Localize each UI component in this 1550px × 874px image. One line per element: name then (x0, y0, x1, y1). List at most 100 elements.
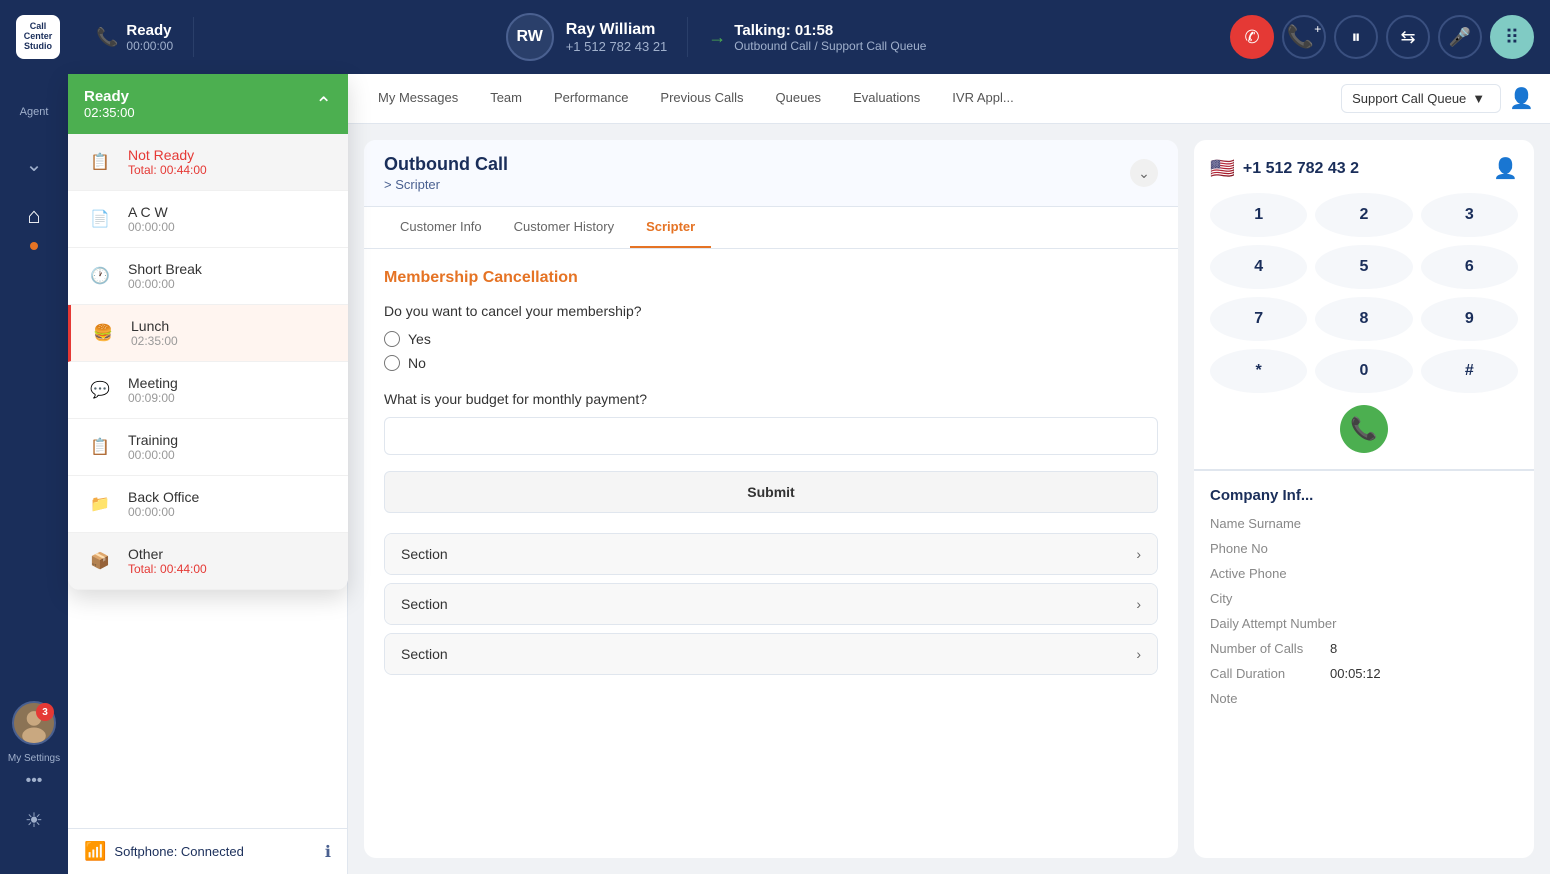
accordion-header-2[interactable]: Section › (385, 584, 1157, 624)
accordion-item-3: Section › (384, 633, 1158, 675)
dial-call-button[interactable]: 📞 (1340, 405, 1388, 453)
dial-key-3[interactable]: 3 (1421, 193, 1518, 237)
end-call-button[interactable]: ✆ (1230, 15, 1274, 59)
sidebar-item-home[interactable]: ⌂ (12, 194, 56, 238)
queue-select: Support Call Queue ▼ 👤 (1341, 84, 1534, 113)
talking-arrow-icon: → (708, 27, 726, 48)
tab-my-messages[interactable]: My Messages (364, 74, 472, 124)
dial-key-8[interactable]: 8 (1315, 297, 1412, 341)
contacts-icon[interactable]: 👤 (1493, 156, 1518, 181)
info-label-num-calls: Number of Calls (1210, 641, 1330, 656)
budget-input[interactable] (384, 417, 1158, 455)
radio-yes-input[interactable] (384, 331, 400, 347)
accordion-arrow-1: › (1136, 546, 1141, 562)
dial-key-0[interactable]: 0 (1315, 349, 1412, 393)
contacts-nav-icon[interactable]: 👤 (1509, 86, 1534, 111)
status-item-training[interactable]: 📋 Training 00:00:00 (68, 419, 348, 476)
settings-dots: ••• (26, 772, 43, 790)
dialpad-section: 🇺🇸 👤 1 2 3 4 5 6 7 8 9 * (1194, 140, 1534, 470)
back-office-icon: 📁 (84, 488, 116, 520)
short-break-icon: 🕐 (84, 260, 116, 292)
tab-scripter[interactable]: Scripter (630, 207, 711, 248)
sun-icon: ☀ (25, 808, 43, 833)
queue-dropdown[interactable]: Support Call Queue ▼ (1341, 84, 1501, 113)
transfer-button[interactable]: ⇆ (1386, 15, 1430, 59)
dropdown-chevron-icon: ⌃ (315, 92, 332, 117)
acw-info: A C W 00:00:00 (128, 204, 332, 234)
status-item-other[interactable]: 📦 Other Total: 00:44:00 (68, 533, 348, 590)
status-item-not-ready[interactable]: 📋 Not Ready Total: 00:44:00 (68, 134, 348, 191)
current-status-label: Ready (84, 88, 135, 105)
meeting-info: Meeting 00:09:00 (128, 375, 332, 405)
info-row-num-calls: Number of Calls 8 (1210, 641, 1518, 656)
talking-indicator: → (708, 27, 726, 48)
scripter-title: Membership Cancellation (384, 269, 1158, 287)
lunch-icon: 🍔 (87, 317, 119, 349)
agent-label: Agent (20, 106, 49, 118)
tab-customer-history[interactable]: Customer History (498, 207, 630, 248)
sidebar-item-user[interactable]: 3 (12, 701, 56, 745)
sidebar-item-arrow[interactable]: ⌄ (12, 142, 56, 186)
radio-no[interactable]: No (384, 355, 1158, 371)
dial-key-9[interactable]: 9 (1421, 297, 1518, 341)
status-item-short-break[interactable]: 🕐 Short Break 00:00:00 (68, 248, 348, 305)
dial-key-5[interactable]: 5 (1315, 245, 1412, 289)
tab-customer-info[interactable]: Customer Info (384, 207, 498, 248)
status-ready[interactable]: 📞 Ready 00:00:00 (96, 22, 173, 53)
info-label-name: Name Surname (1210, 516, 1330, 531)
main-layout: Agent ⌄ ⌂ 3 My Settings ••• (0, 74, 1550, 874)
status-item-lunch[interactable]: 🍔 Lunch 02:35:00 (68, 305, 348, 362)
info-row-daily-attempt: Daily Attempt Number (1210, 616, 1518, 631)
tab-performance[interactable]: Performance (540, 74, 642, 124)
collapse-button[interactable]: ⌄ (1130, 159, 1158, 187)
tab-queues[interactable]: Queues (762, 74, 836, 124)
header-actions: ✆ 📞+ ⏸ ⇆ 🎤 ⠿ (1230, 15, 1534, 59)
other-total: Total: 00:44:00 (128, 562, 332, 576)
not-ready-info: Not Ready Total: 00:44:00 (128, 147, 332, 177)
submit-button[interactable]: Submit (384, 471, 1158, 513)
accordion-header-3[interactable]: Section › (385, 634, 1157, 674)
sidebar-item-agent: Agent (12, 90, 56, 134)
tab-ivr[interactable]: IVR Appl... (938, 74, 1027, 124)
dial-key-star[interactable]: * (1210, 349, 1307, 393)
info-label-city: City (1210, 591, 1330, 606)
training-label: Training (128, 432, 332, 448)
status-item-meeting[interactable]: 💬 Meeting 00:09:00 (68, 362, 348, 419)
accordion-header-1[interactable]: Section › (385, 534, 1157, 574)
radio-yes[interactable]: Yes (384, 331, 1158, 347)
queue-label: Support Call Queue (1352, 91, 1466, 106)
icon-sidebar: Agent ⌄ ⌂ 3 My Settings ••• (0, 74, 68, 874)
radio-no-input[interactable] (384, 355, 400, 371)
sidebar-item-settings[interactable]: ☀ (12, 798, 56, 842)
tab-previous-calls[interactable]: Previous Calls (646, 74, 757, 124)
status-dropdown-header[interactable]: Ready 02:35:00 ⌃ (68, 74, 348, 134)
dial-key-2[interactable]: 2 (1315, 193, 1412, 237)
logo: CallCenterStudio (16, 15, 60, 59)
content-area: Outbound Call > Scripter ⌄ Customer Info… (348, 124, 1550, 874)
dial-key-7[interactable]: 7 (1210, 297, 1307, 341)
dial-key-hash[interactable]: # (1421, 349, 1518, 393)
radio-group: Yes No (384, 331, 1158, 371)
short-break-time: 00:00:00 (128, 277, 332, 291)
other-info: Other Total: 00:44:00 (128, 546, 332, 576)
softphone-info-icon[interactable]: ℹ (325, 842, 331, 862)
info-row-phone: Phone No (1210, 541, 1518, 556)
phone-number-input[interactable] (1243, 160, 1485, 178)
dial-key-4[interactable]: 4 (1210, 245, 1307, 289)
grid-button[interactable]: ⠿ (1490, 15, 1534, 59)
mute-button[interactable]: 🎤 (1438, 15, 1482, 59)
dial-key-1[interactable]: 1 (1210, 193, 1307, 237)
collapse-icon: ⌄ (26, 152, 43, 177)
training-icon: 📋 (84, 431, 116, 463)
dial-key-6[interactable]: 6 (1421, 245, 1518, 289)
radio-yes-label: Yes (408, 331, 431, 347)
hold-button[interactable]: ⏸ (1334, 15, 1378, 59)
add-call-button[interactable]: 📞+ (1282, 15, 1326, 59)
talking-section: → Talking: 01:58 Outbound Call / Support… (708, 22, 926, 53)
tab-team[interactable]: Team (476, 74, 536, 124)
status-item-acw[interactable]: 📄 A C W 00:00:00 (68, 191, 348, 248)
tab-evaluations[interactable]: Evaluations (839, 74, 934, 124)
status-item-back-office[interactable]: 📁 Back Office 00:00:00 (68, 476, 348, 533)
caller-name: Ray William (566, 21, 668, 39)
info-label-phone: Phone No (1210, 541, 1330, 556)
